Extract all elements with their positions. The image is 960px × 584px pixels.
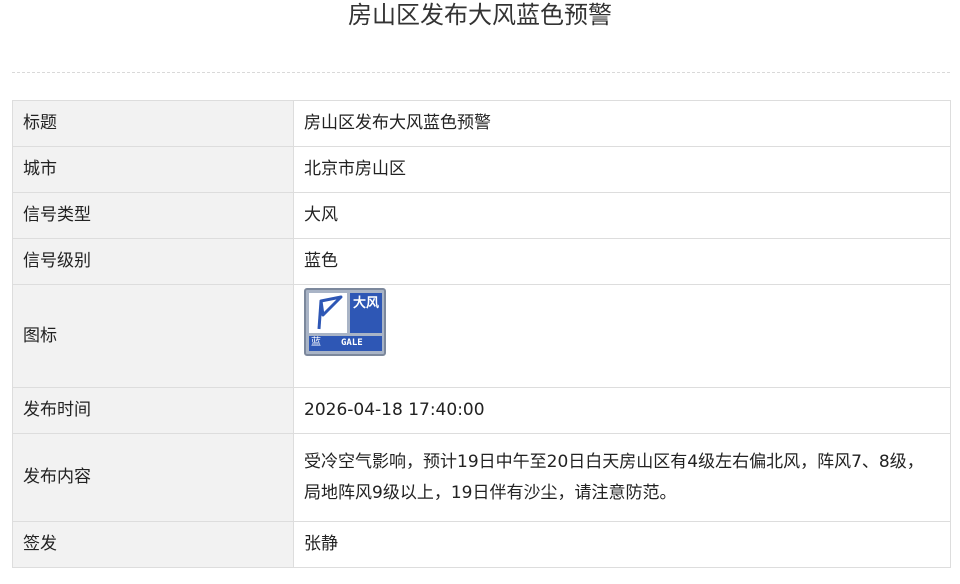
row-key-signal-level: 信号级别: [12, 238, 294, 285]
row-value-signal-type: 大风: [293, 192, 951, 239]
row-key-content: 发布内容: [12, 433, 294, 522]
table-row: 信号级别 蓝色: [12, 238, 951, 285]
row-value-issuer: 张静: [293, 521, 951, 568]
icon-bottom-bar: 蓝 GALE: [309, 336, 382, 351]
row-value-icon: 大风 蓝 GALE: [293, 284, 951, 388]
table-row: 发布内容 受冷空气影响，预计19日中午至20日白天房山区有4级左右偏北风，阵风7…: [12, 433, 951, 522]
windsock-flag-icon: [309, 293, 347, 333]
table-row: 信号类型 大风: [12, 192, 951, 239]
row-key-icon: 图标: [12, 284, 294, 388]
table-row: 发布时间 2026-04-18 17:40:00: [12, 387, 951, 434]
row-value-title: 房山区发布大风蓝色预警: [293, 100, 951, 147]
page-title: 房山区发布大风蓝色预警: [348, 1, 612, 29]
icon-color-char: 蓝: [311, 337, 321, 348]
title-divider: [12, 72, 950, 73]
gale-blue-warning-icon: 大风 蓝 GALE: [304, 288, 386, 356]
icon-chinese-label: 大风: [350, 293, 382, 333]
icon-english-label: GALE: [341, 338, 363, 348]
row-key-signal-type: 信号类型: [12, 192, 294, 239]
row-key-issuer: 签发: [12, 521, 294, 568]
row-key-city: 城市: [12, 146, 294, 193]
table-row: 城市 北京市房山区: [12, 146, 951, 193]
row-key-title: 标题: [12, 100, 294, 147]
warning-info-table: 标题 房山区发布大风蓝色预警 城市 北京市房山区 信号类型 大风 信号级别 蓝色…: [12, 100, 951, 568]
table-row: 签发 张静: [12, 521, 951, 568]
row-value-city: 北京市房山区: [293, 146, 951, 193]
table-row: 图标 大风 蓝 GALE: [12, 284, 951, 388]
row-value-publish-time: 2026-04-18 17:40:00: [293, 387, 951, 434]
row-value-signal-level: 蓝色: [293, 238, 951, 285]
row-value-content: 受冷空气影响，预计19日中午至20日白天房山区有4级左右偏北风，阵风7、8级，局…: [293, 433, 951, 522]
table-row: 标题 房山区发布大风蓝色预警: [12, 100, 951, 147]
row-key-publish-time: 发布时间: [12, 387, 294, 434]
